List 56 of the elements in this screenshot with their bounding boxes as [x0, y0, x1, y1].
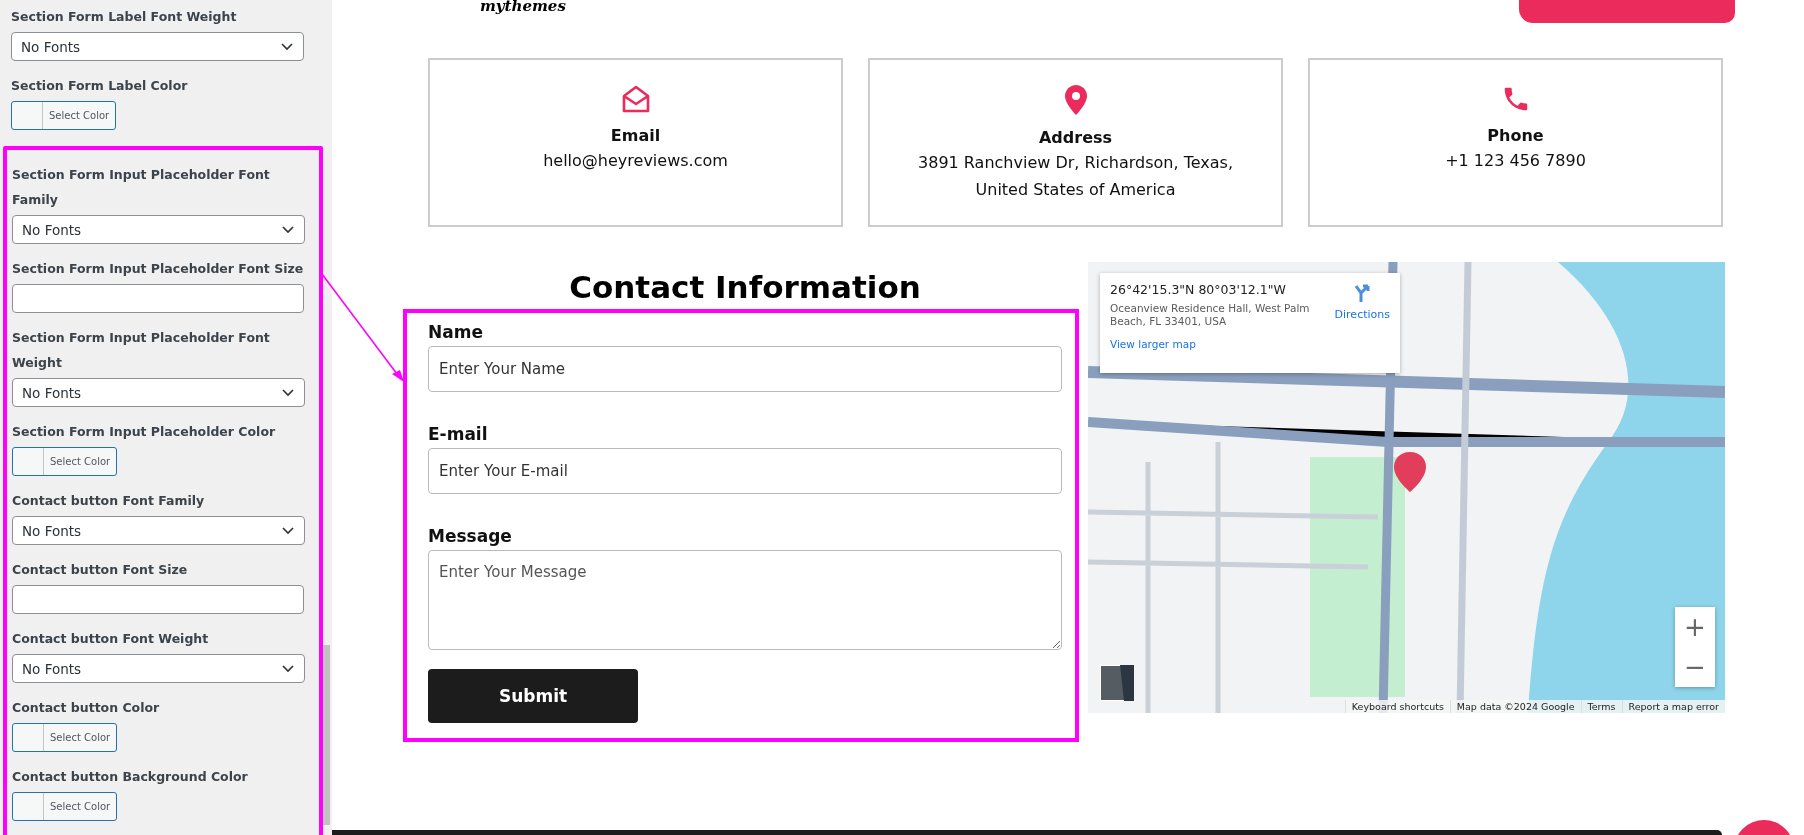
- field-label: E-mail: [428, 423, 489, 446]
- input-field[interactable]: [12, 585, 304, 614]
- envelope-icon: [620, 84, 651, 114]
- logo[interactable]: mythemes: [480, 0, 566, 14]
- setting-label: Contact button Font Family: [12, 492, 206, 510]
- card-value: hello@heyreviews.com: [543, 150, 728, 172]
- satellite-thumbnail-icon[interactable]: [1100, 665, 1134, 701]
- setting-label: Contact button Color: [12, 699, 161, 717]
- chevron-down-icon: [282, 225, 294, 234]
- input-field[interactable]: Enter Your E-mail: [428, 448, 1062, 494]
- submit-button[interactable]: Submit: [428, 669, 638, 723]
- setting-label: Section Form Label Font Weight: [11, 8, 238, 26]
- message-field[interactable]: Enter Your Message: [428, 550, 1062, 650]
- address-text: Oceanview Residence Hall, West Palm Beach, FL 33401, USA: [1110, 302, 1310, 328]
- setting-label: Contact button Font Weight: [12, 630, 210, 648]
- map-attribution-link[interactable]: Keyboard shortcuts: [1344, 700, 1450, 713]
- font-select[interactable]: No Fonts: [12, 378, 305, 407]
- setting-label: Section Form Input Placeholder Font Weight: [12, 329, 271, 372]
- setting-label: Contact button Background Color: [12, 768, 249, 786]
- input-field[interactable]: Enter Your Name: [428, 346, 1062, 392]
- coordinates: 26°42'15.3"N 80°03'12.1"W: [1110, 282, 1287, 297]
- section-heading: Contact Information: [569, 268, 921, 307]
- map-attribution-link[interactable]: Terms: [1580, 700, 1622, 713]
- chevron-down-icon: [282, 388, 294, 397]
- zoom-out-button[interactable]: −: [1675, 647, 1715, 687]
- field-label: Name: [428, 321, 484, 344]
- chevron-down-icon: [282, 664, 294, 673]
- card-value: 3891 Ranchview Dr, Richardson, Texas, United States of America: [917, 152, 1234, 201]
- card-value: +1 123 456 7890: [1445, 150, 1586, 172]
- setting-label: Section Form Input Placeholder Font Size: [12, 260, 305, 278]
- directions-link[interactable]: Directions: [1334, 284, 1390, 364]
- view-larger-map-link[interactable]: View larger map: [1110, 338, 1310, 350]
- font-select[interactable]: No Fonts: [12, 516, 305, 545]
- color-picker-button[interactable]: Select Color: [12, 792, 117, 821]
- font-select[interactable]: No Fonts: [12, 654, 305, 683]
- field-label: Message: [428, 525, 513, 548]
- font-select[interactable]: No Fonts: [11, 32, 304, 61]
- card-title: Phone: [1487, 126, 1544, 145]
- chevron-down-icon: [282, 526, 294, 535]
- font-select[interactable]: No Fonts: [12, 215, 305, 244]
- chevron-down-icon: [281, 42, 293, 51]
- card-title: Address: [1038, 128, 1113, 147]
- color-picker-button[interactable]: Select Color: [12, 723, 117, 752]
- color-picker-button[interactable]: Select Color: [12, 447, 117, 476]
- card-title: Email: [610, 126, 661, 145]
- map-attribution-link[interactable]: Map data ©2024 Google: [1449, 700, 1581, 713]
- map-attribution-link[interactable]: Report a map error: [1621, 700, 1725, 713]
- directions-icon: [1352, 284, 1373, 304]
- setting-label: Section Form Input Placeholder Color: [12, 423, 277, 441]
- setting-label: Section Form Input Placeholder Font Family: [12, 166, 271, 209]
- setting-label: Section Form Label Color: [11, 77, 189, 95]
- zoom-in-button[interactable]: +: [1675, 607, 1715, 647]
- setting-label: Contact button Font Size: [12, 561, 189, 579]
- map-pin-icon: [1063, 84, 1088, 116]
- input-field[interactable]: [12, 284, 304, 313]
- color-picker-button[interactable]: Select Color: [11, 101, 116, 130]
